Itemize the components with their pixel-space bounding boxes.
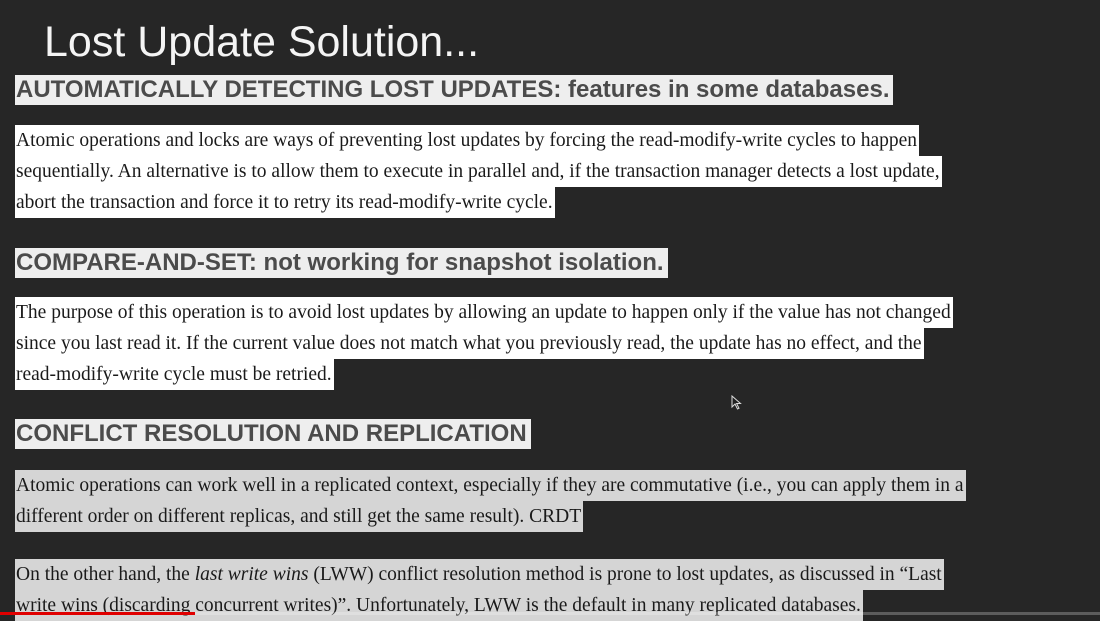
paragraph-line: read-modify-write cycle must be retried. [15,359,334,390]
section-heading-compare-and-set: COMPARE-AND-SET: not working for snapsho… [15,248,668,278]
paragraph-detecting-lost-updates: Atomic operations and locks are ways of … [15,125,1095,218]
lww-emphasis: last write wins [194,564,309,585]
paragraph-line: Atomic operations can work well in a rep… [15,470,966,501]
video-progress-fill [0,612,195,615]
lww-text-before: On the other hand, the [16,564,195,585]
paragraph-line: since you last read it. If the current v… [15,328,924,359]
lww-text-after: (LWW) conflict resolution method is pron… [308,564,942,585]
paragraph-line: The purpose of this operation is to avoi… [15,297,953,328]
video-progress-bar[interactable] [0,612,1100,615]
paragraph-line: different order on different replicas, a… [15,501,584,532]
section-heading-conflict-resolution: CONFLICT RESOLUTION AND REPLICATION [15,419,531,449]
paragraph-atomic-operations-replication: Atomic operations can work well in a rep… [15,470,1095,532]
paragraph-compare-and-set: The purpose of this operation is to avoi… [15,297,1095,390]
paragraph-line: Atomic operations and locks are ways of … [15,125,920,156]
slide-title: Lost Update Solution... [44,18,480,66]
paragraph-line: sequentially. An alternative is to allow… [15,156,942,187]
mouse-pointer-icon [731,395,742,410]
section-heading-detecting-lost-updates: AUTOMATICALLY DETECTING LOST UPDATES: fe… [15,75,894,105]
paragraph-line: On the other hand, the last write wins (… [15,559,944,590]
paragraph-line: abort the transaction and force it to re… [15,187,555,218]
paragraph-line: write wins (discarding concurrent writes… [15,590,863,621]
